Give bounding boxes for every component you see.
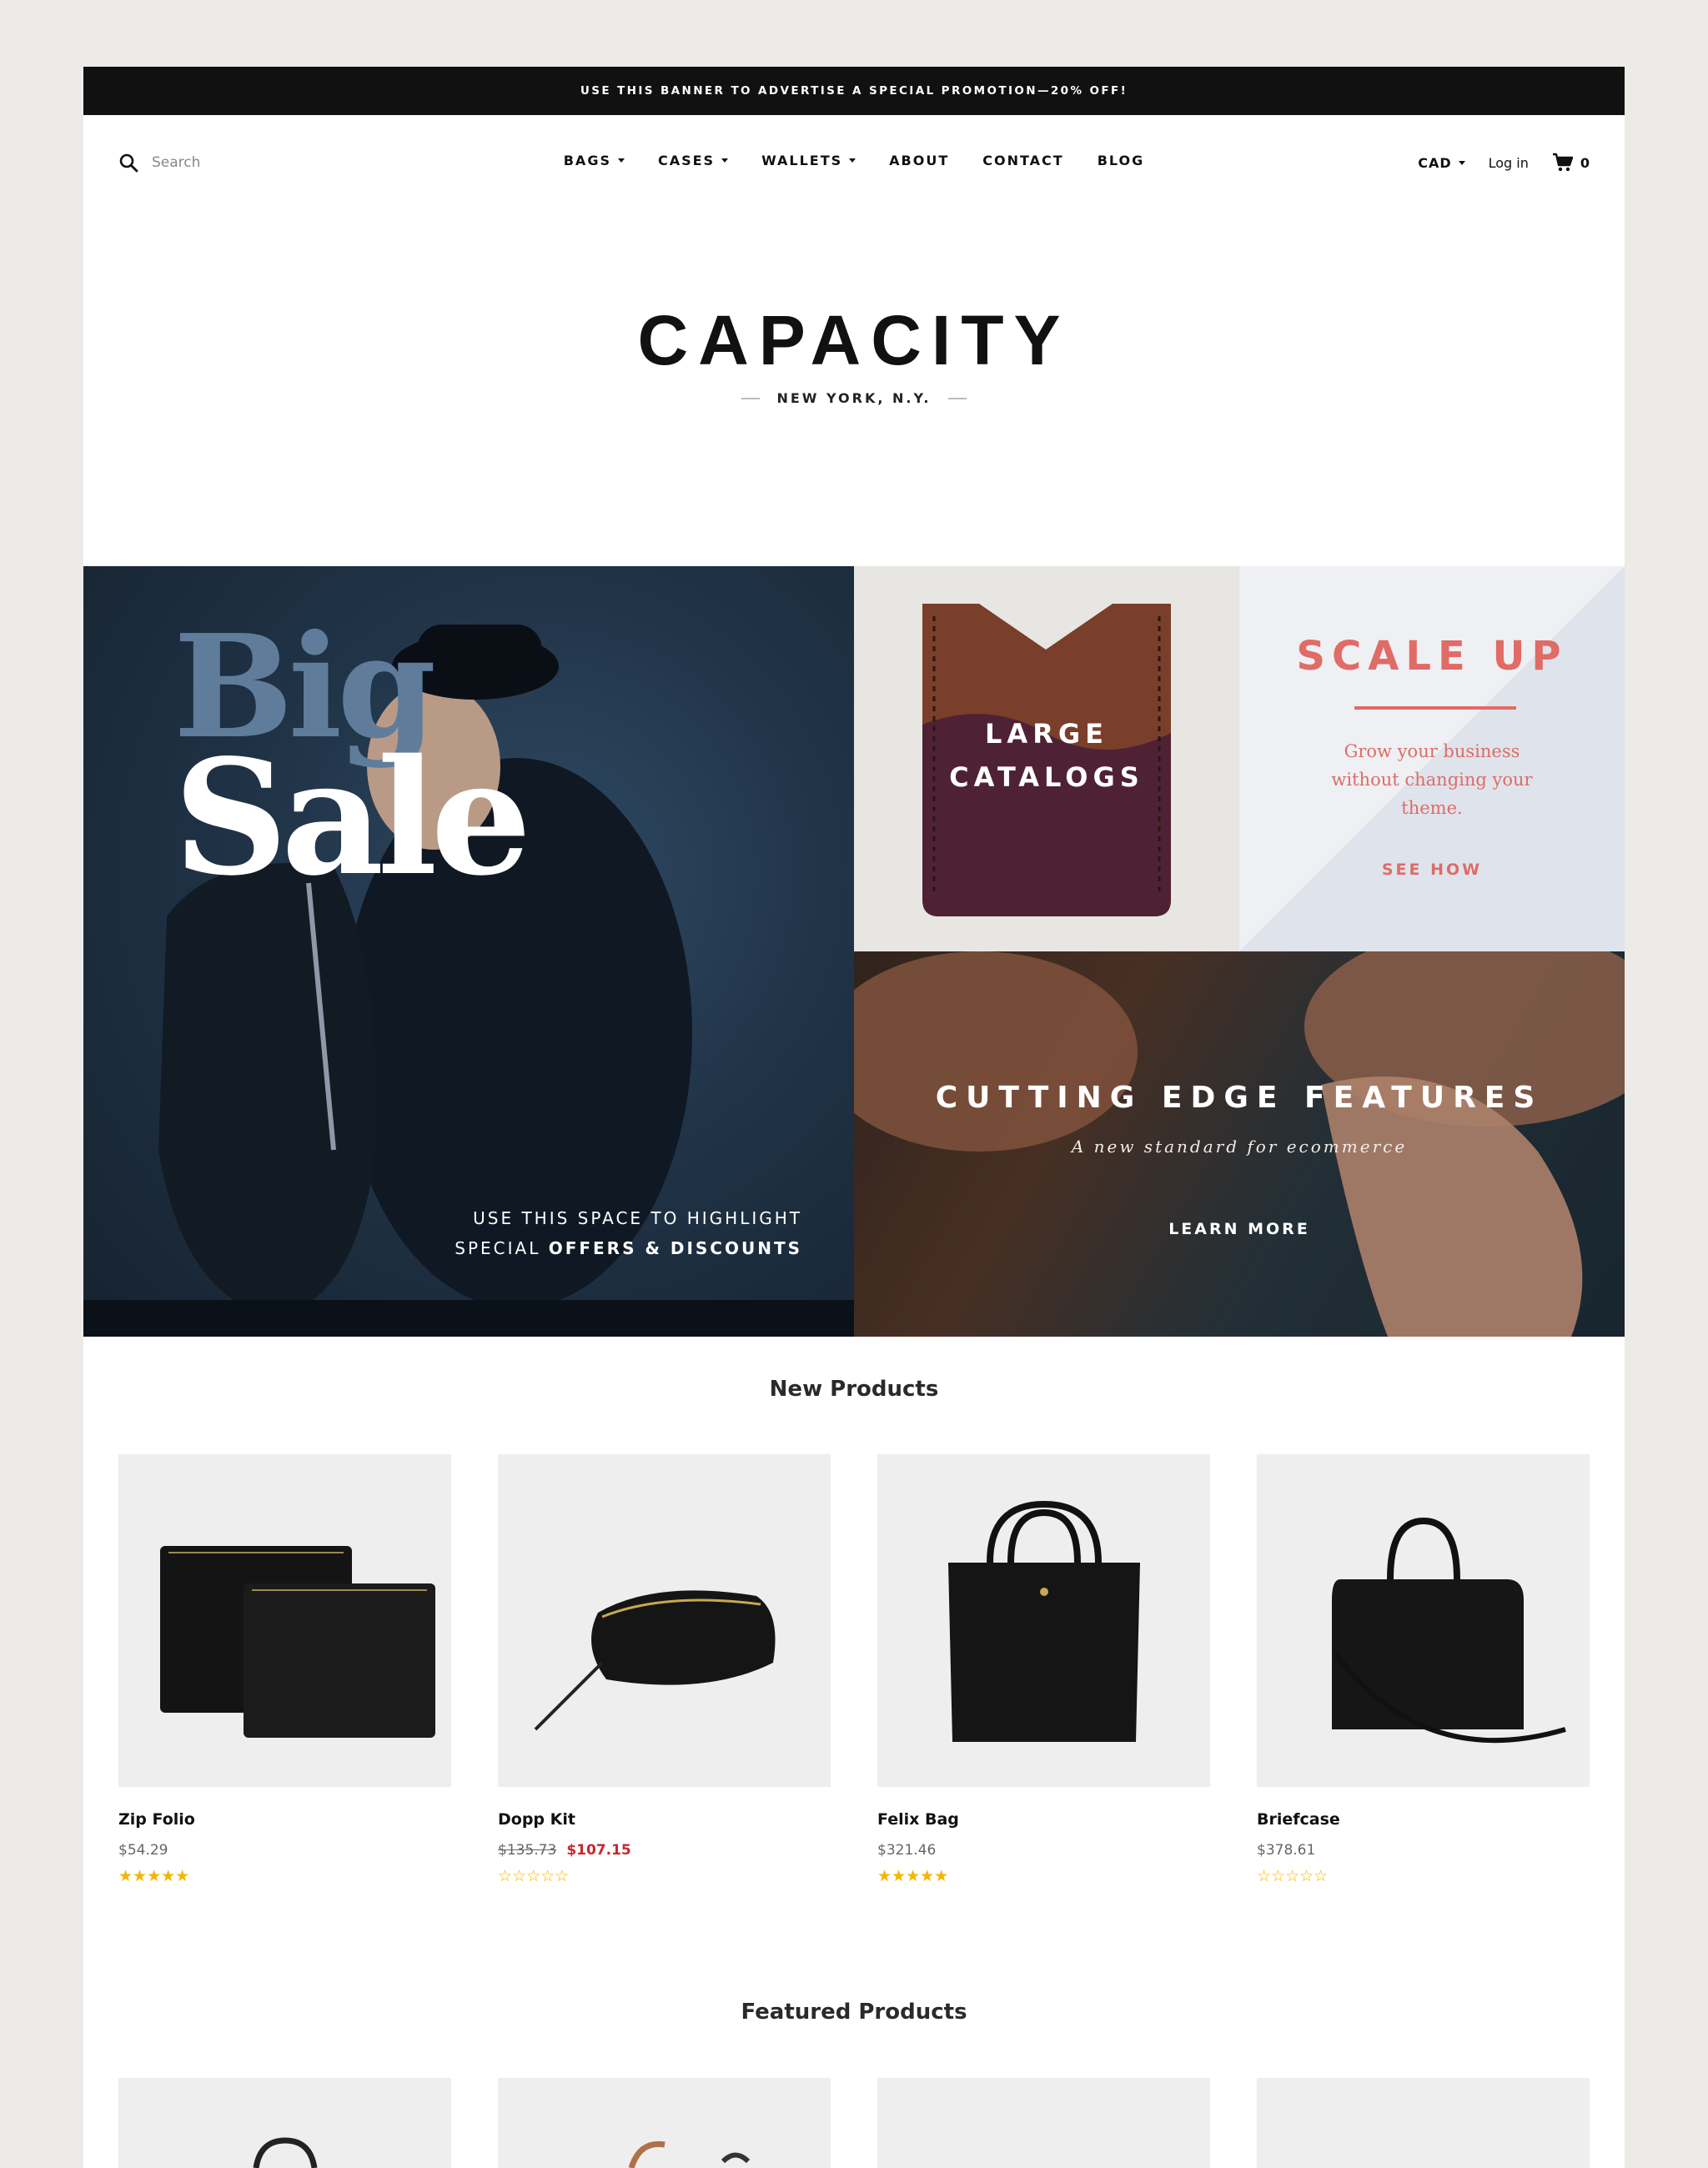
featured-product-card[interactable] [1257, 2078, 1590, 2168]
scale-up-tile[interactable]: SCALE UP Grow your business without chan… [1239, 566, 1625, 951]
hero-mosaic: Big Sale USE THIS SPACE TO HIGHLIGHT SPE… [83, 566, 1625, 1337]
see-how-link[interactable]: SEE HOW [1239, 861, 1625, 879]
product-price: $378.61 [1257, 1842, 1316, 1859]
store-logo[interactable]: CAPACITY [83, 300, 1625, 381]
big-sale-word-sale: Sale [173, 725, 531, 911]
product-image[interactable] [877, 1454, 1210, 1787]
product-image[interactable] [877, 2078, 1210, 2168]
product-name[interactable]: Dopp Kit [498, 1810, 831, 1829]
product-image[interactable] [118, 2078, 451, 2168]
big-sale-tile[interactable]: Big Sale USE THIS SPACE TO HIGHLIGHT SPE… [83, 566, 854, 1337]
store-page: USE THIS BANNER TO ADVERTISE A SPECIAL P… [83, 67, 1625, 2168]
big-sale-caption-bold: OFFERS & DISCOUNTS [548, 1238, 802, 1258]
product-sale-price: $107.15 [566, 1842, 631, 1859]
scale-up-title: SCALE UP [1296, 633, 1568, 680]
new-products-title: New Products [769, 1377, 939, 1402]
big-sale-caption: USE THIS SPACE TO HIGHLIGHT SPECIAL OFFE… [455, 1203, 802, 1263]
product-price-row: $378.61 [1257, 1842, 1590, 1859]
currency-selector[interactable]: CAD [1418, 154, 1465, 171]
product-original-price: $135.73 [498, 1842, 557, 1859]
nav-wallets[interactable]: WALLETS [745, 153, 872, 168]
featured-product-card[interactable] [877, 2078, 1210, 2168]
dopp-kit-image [534, 1590, 776, 1731]
nav-contact-label: CONTACT [982, 153, 1064, 168]
product-price-row: $321.46 [877, 1842, 1210, 1859]
tagline-rule-left [741, 397, 761, 399]
nav-about-label: ABOUT [889, 153, 950, 168]
product-image[interactable] [1257, 1454, 1590, 1787]
product-image[interactable] [118, 1454, 451, 1787]
large-catalogs-label: LARGE CATALOGS [854, 712, 1239, 799]
learn-more-link[interactable]: LEARN MORE [854, 1220, 1625, 1238]
briefcase-image [1332, 1517, 1566, 1744]
nav-blog-label: BLOG [1097, 153, 1145, 168]
tagline-rule-right [947, 397, 967, 399]
cart-button[interactable]: 0 [1552, 153, 1590, 173]
chevron-down-icon [721, 158, 729, 163]
star-rating: ☆☆☆☆☆ [498, 1867, 570, 1885]
big-sale-caption-line1: USE THIS SPACE TO HIGHLIGHT [473, 1208, 802, 1228]
product-card[interactable]: Zip Folio $54.29 ★★★★★ [118, 1454, 451, 1885]
featured-product-card[interactable] [498, 2078, 831, 2168]
nav-about[interactable]: ABOUT [872, 153, 966, 168]
nav-blog[interactable]: BLOG [1081, 153, 1162, 168]
cutting-edge-title: CUTTING EDGE FEATURES [935, 1081, 1544, 1115]
header-utilities: CAD Log in 0 [1418, 153, 1590, 173]
currency-label: CAD [1418, 154, 1452, 171]
nav-bags-label: BAGS [563, 153, 611, 168]
product-price: $54.29 [118, 1842, 168, 1859]
product-card[interactable]: Dopp Kit $135.73 $107.15 ☆☆☆☆☆ [498, 1454, 831, 1885]
product-name[interactable]: Felix Bag [877, 1810, 1210, 1829]
product-price-row: $54.29 [118, 1842, 451, 1859]
store-tagline: NEW YORK, N.Y. [776, 390, 932, 406]
promo-banner-text: USE THIS BANNER TO ADVERTISE A SPECIAL P… [580, 84, 1128, 98]
nav-wallets-label: WALLETS [761, 153, 843, 168]
star-rating: ☆☆☆☆☆ [1257, 1867, 1329, 1885]
cutting-edge-features-tile[interactable]: CUTTING EDGE FEATURES A new standard for… [854, 951, 1625, 1337]
featured-products-title: Featured Products [741, 2000, 967, 2025]
chevron-down-icon [617, 158, 625, 163]
promo-banner[interactable]: USE THIS BANNER TO ADVERTISE A SPECIAL P… [83, 67, 1625, 115]
large-catalogs-line1: LARGE [985, 718, 1108, 750]
featured-bag-image [628, 2140, 751, 2168]
product-image[interactable] [498, 2078, 831, 2168]
product-name[interactable]: Briefcase [1257, 1810, 1590, 1829]
nav-cases-label: CASES [657, 153, 716, 168]
zip-folio-image [160, 1546, 435, 1738]
store-tagline-row: NEW YORK, N.Y. [83, 390, 1625, 406]
featured-bag-image [253, 2137, 318, 2168]
big-sale-caption-line2: SPECIAL OFFERS & DISCOUNTS [455, 1233, 802, 1263]
product-price-row: $135.73 $107.15 [498, 1842, 831, 1859]
product-image[interactable] [498, 1454, 831, 1787]
star-rating: ★★★★★ [118, 1867, 190, 1885]
big-sale-caption-prefix: SPECIAL [455, 1238, 549, 1258]
product-name[interactable]: Zip Folio [118, 1810, 451, 1829]
cart-count: 0 [1580, 154, 1590, 171]
product-image[interactable] [1257, 2078, 1590, 2168]
chevron-down-icon [1458, 160, 1465, 165]
main-nav: BAGS CASES WALLETS ABOUT CONTACT BLOG [83, 153, 1625, 168]
chevron-down-icon [849, 158, 857, 163]
cart-icon [1552, 153, 1574, 172]
cutting-edge-subtitle: A new standard for ecommerce [1071, 1137, 1408, 1157]
felix-bag-image [948, 1500, 1140, 1742]
featured-product-card[interactable] [118, 2078, 451, 2168]
large-catalogs-line2: CATALOGS [949, 761, 1144, 793]
nav-contact[interactable]: CONTACT [966, 153, 1080, 168]
product-price: $321.46 [877, 1842, 937, 1859]
scale-up-divider [1354, 706, 1516, 710]
large-catalogs-tile[interactable]: LARGE CATALOGS [854, 566, 1239, 951]
scale-up-text: Grow your business without changing your… [1331, 741, 1533, 818]
star-rating: ★★★★★ [877, 1867, 949, 1885]
featured-products-grid [118, 2078, 1590, 2168]
new-products-grid: Zip Folio $54.29 ★★★★★ Dopp Kit $135.73 … [118, 1454, 1590, 1885]
login-link[interactable]: Log in [1489, 155, 1529, 171]
product-card[interactable]: Felix Bag $321.46 ★★★★★ [877, 1454, 1210, 1885]
product-card[interactable]: Briefcase $378.61 ☆☆☆☆☆ [1257, 1454, 1590, 1885]
nav-cases[interactable]: CASES [641, 153, 745, 168]
nav-bags[interactable]: BAGS [547, 153, 641, 168]
